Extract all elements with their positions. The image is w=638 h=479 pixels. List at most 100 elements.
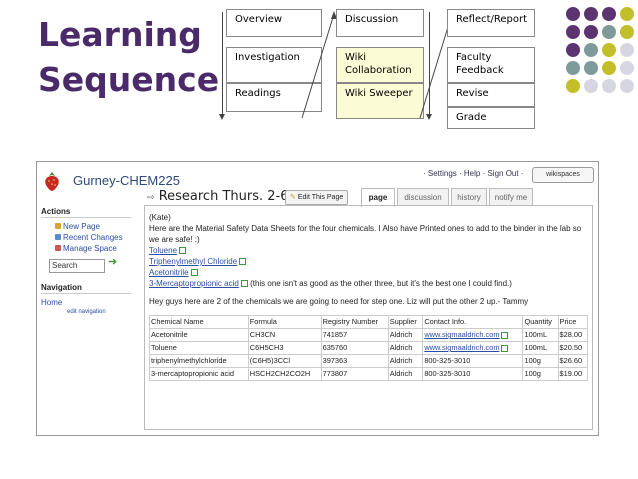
col1-arrow-head [219, 114, 225, 120]
cell: HSCH2CH2CO2H [247, 367, 322, 381]
seq-box-reflect-report: Reflect/Report [447, 9, 535, 37]
seq-box-wiki-collaboration: Wiki Collaboration [336, 47, 424, 83]
cell: Toluene [149, 341, 249, 355]
author-text: (Kate) [149, 213, 171, 222]
dot [620, 7, 634, 21]
edit-page-label: Edit This Page [297, 194, 344, 201]
new-page-link[interactable]: New Page [41, 221, 131, 232]
manage-space-icon [55, 245, 61, 251]
search-go-arrow-icon[interactable]: ➜ [108, 256, 117, 268]
header-quantity: Quantity [522, 315, 559, 329]
recent-changes-icon [55, 234, 61, 240]
seq-box-discussion: Discussion [336, 9, 424, 37]
message-text: Hey guys here are 2 of the chemicals we … [149, 297, 529, 306]
dot [584, 7, 598, 21]
header-registry-number: Registry Number [320, 315, 389, 329]
cell: 635760 [320, 341, 389, 355]
page-title-arrow-icon: ⇨ [147, 193, 155, 203]
search-input[interactable]: Search [49, 259, 105, 273]
seq-box-grade: Grade [447, 107, 535, 129]
cell: 100mL [522, 328, 559, 342]
cell: $26.60 [557, 354, 589, 368]
msds-link-acetonitrile[interactable]: Acetonitrile [149, 268, 189, 277]
cell: $28.00 [557, 328, 589, 342]
seq-box-faculty-feedback: Faculty Feedback [447, 47, 535, 83]
dot [602, 7, 616, 21]
wiki-site-name[interactable]: Gurney-CHEM225 [73, 173, 180, 188]
dot [566, 79, 580, 93]
external-link-icon [240, 280, 248, 288]
settings-link[interactable]: Settings [428, 169, 457, 178]
header-chemical-name: Chemical Name [149, 315, 249, 329]
wiki-top-links: · Settings · Help · Sign Out · [423, 169, 524, 178]
dot [620, 43, 634, 57]
col1-arrow-line [222, 12, 223, 116]
header-supplier: Supplier [387, 315, 424, 329]
tab-discussion[interactable]: discussion [397, 188, 449, 205]
navigation-heading: Navigation [41, 283, 131, 294]
msds-link-triphenylmethyl-chloride[interactable]: Triphenylmethyl Chloride [149, 257, 237, 266]
cell: 397363 [320, 354, 389, 368]
dot [584, 25, 598, 39]
cell: CH3CN [247, 328, 322, 342]
wiki-page-title: ⇨ Research Thurs. 2-6 [147, 189, 288, 204]
table-row: triphenylmethylchloride (C6H5)3CCl 39736… [149, 354, 589, 368]
table-row: Toluene C6H5CH3 635760 Aldrich www.sigma… [149, 341, 589, 355]
cell: 773807 [320, 367, 389, 381]
page-title-text: Research Thurs. 2-6 [158, 189, 289, 204]
cell: C6H5CH3 [247, 341, 322, 355]
intro-text: Here are the Material Safety Data Sheets… [149, 224, 582, 244]
table-row: Acetonitrile CH3CN 741857 Aldrich www.si… [149, 328, 589, 342]
help-link[interactable]: Help [464, 169, 480, 178]
dot [620, 79, 634, 93]
dot [620, 25, 634, 39]
edit-page-button[interactable]: ✎ Edit This Page [285, 190, 349, 205]
msds-link-toluene[interactable]: Toluene [149, 246, 177, 255]
connector-1-2 [301, 11, 337, 119]
edit-navigation-link[interactable]: edit navigation [41, 308, 131, 317]
sign-out-link[interactable]: Sign Out [487, 169, 518, 178]
home-link[interactable]: Home [41, 297, 131, 308]
manage-space-label: Manage Space [63, 244, 117, 253]
tab-history[interactable]: history [451, 188, 487, 205]
cell: 800-325-3010 [422, 354, 524, 368]
cell: $19.00 [557, 367, 589, 381]
supplier-website-link[interactable]: www.sigmaaldrich.com [424, 330, 499, 339]
header-price: Price [557, 315, 589, 329]
dot [566, 43, 580, 57]
chemicals-table: Chemical Name Formula Registry Number Su… [149, 315, 589, 381]
cell: Aldrich [387, 328, 424, 342]
recent-changes-link[interactable]: Recent Changes [41, 232, 131, 243]
header-formula: Formula [247, 315, 322, 329]
dot [566, 61, 580, 75]
cell-contact-link: www.sigmaaldrich.com [422, 328, 524, 342]
dot [584, 79, 598, 93]
cell: triphenylmethylchloride [149, 354, 249, 368]
dot [602, 25, 616, 39]
wikispaces-button[interactable]: wikispaces [532, 167, 594, 183]
tab-notify-me[interactable]: notify me [489, 188, 533, 205]
table-header-row: Chemical Name Formula Registry Number Su… [149, 315, 589, 329]
header-contact-info: Contact Info. [422, 315, 524, 329]
dot [602, 61, 616, 75]
cell: 800-325-3010 [422, 367, 524, 381]
slide-title: Learning Sequence [38, 12, 219, 102]
wiki-page-content: (Kate) Here are the Material Safety Data… [144, 205, 593, 430]
dot [584, 43, 598, 57]
wiki-sidebar: Actions New Page Recent Changes Manage S… [41, 207, 131, 317]
new-page-label: New Page [63, 222, 100, 231]
wikispaces-label: wikispaces [546, 171, 580, 178]
cell: Aldrich [387, 354, 424, 368]
seq-box-revise: Revise [447, 83, 535, 107]
supplier-website-link[interactable]: www.sigmaaldrich.com [424, 343, 499, 352]
cell: 100g [522, 354, 559, 368]
msds-link-mercaptopropionic-acid[interactable]: 3-Mercaptopropionic acid [149, 279, 239, 288]
new-page-icon [55, 223, 61, 229]
slide-title-line2: Sequence [38, 60, 220, 99]
manage-space-link[interactable]: Manage Space [41, 243, 131, 254]
cell: 100g [522, 367, 559, 381]
table-row: 3-mercaptopropionic acid HSCH2CH2CO2H 77… [149, 367, 589, 381]
cell: 100mL [522, 341, 559, 355]
dot [602, 43, 616, 57]
cell: Aldrich [387, 341, 424, 355]
